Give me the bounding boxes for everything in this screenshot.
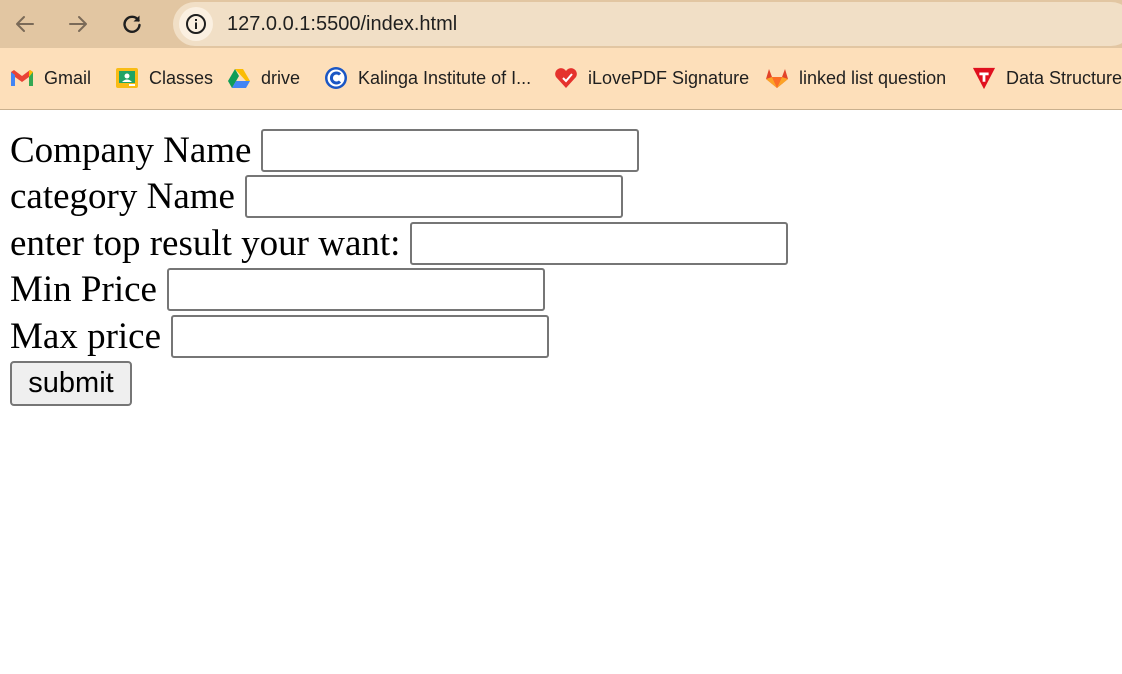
bookmark-label: Classes: [149, 67, 214, 88]
max-price-label: Max price: [10, 315, 162, 357]
top-results-input[interactable]: [410, 221, 789, 265]
kiit-icon: [324, 66, 348, 90]
gitlab-icon: [765, 66, 789, 90]
bookmark-linked-list[interactable]: linked list question: [765, 66, 946, 90]
bookmark-drive[interactable]: drive: [227, 66, 300, 90]
gmail-icon: [10, 66, 34, 90]
bookmark-gmail[interactable]: Gmail: [10, 66, 91, 90]
address-bar[interactable]: 127.0.0.1:5500/index.html: [173, 2, 1122, 46]
min-price-row: Min Price: [10, 267, 1110, 314]
min-price-label: Min Price: [10, 269, 157, 311]
ilovepdf-icon: [554, 66, 578, 90]
bookmark-label: Data Structures: [1006, 67, 1122, 88]
url-text[interactable]: 127.0.0.1:5500/index.html: [227, 2, 457, 46]
category-name-row: category Name: [10, 174, 1110, 221]
classroom-icon: [115, 66, 139, 90]
data-structures-icon: [972, 66, 996, 90]
bookmark-ilovepdf[interactable]: iLovePDF Signature: [554, 66, 749, 90]
bookmark-kiit[interactable]: Kalinga Institute of I...: [324, 66, 531, 90]
company-name-label: Company Name: [10, 129, 252, 171]
search-form: Company Name category Name enter top res…: [10, 127, 1110, 406]
reload-button[interactable]: [116, 8, 148, 40]
submit-button[interactable]: submit: [10, 360, 132, 406]
bookmark-label: drive: [261, 67, 301, 88]
browser-toolbar: 127.0.0.1:5500/index.html: [0, 0, 1122, 48]
min-price-input[interactable]: [166, 268, 545, 312]
bookmark-classes[interactable]: Classes: [115, 66, 213, 90]
bookmarks-bar: Gmail Classes drive Kalinga Institute of…: [0, 48, 1122, 110]
forward-button[interactable]: [62, 8, 94, 40]
category-name-input[interactable]: [244, 175, 623, 219]
bookmark-label: iLovePDF Signature: [588, 67, 750, 88]
top-results-row: enter top result your want:: [10, 220, 1110, 267]
max-price-row: Max price: [10, 313, 1110, 360]
back-button[interactable]: [9, 8, 41, 40]
bookmark-label: Kalinga Institute of I...: [358, 67, 532, 88]
submit-row: submit: [10, 360, 1110, 407]
bookmark-label: Gmail: [44, 67, 92, 88]
max-price-input[interactable]: [171, 314, 550, 358]
bookmark-label: linked list question: [799, 67, 947, 88]
reload-icon: [123, 15, 141, 33]
info-icon: [186, 14, 206, 34]
company-name-row: Company Name: [10, 127, 1110, 174]
drive-icon: [227, 66, 251, 90]
bookmark-data-structures[interactable]: Data Structures: [972, 66, 1122, 90]
site-info-button[interactable]: [179, 7, 213, 41]
category-name-label: category Name: [10, 176, 235, 218]
company-name-input[interactable]: [261, 128, 640, 172]
forward-arrow-icon: [69, 16, 87, 32]
top-results-label: enter top result your want:: [10, 222, 401, 264]
back-arrow-icon: [16, 16, 34, 32]
